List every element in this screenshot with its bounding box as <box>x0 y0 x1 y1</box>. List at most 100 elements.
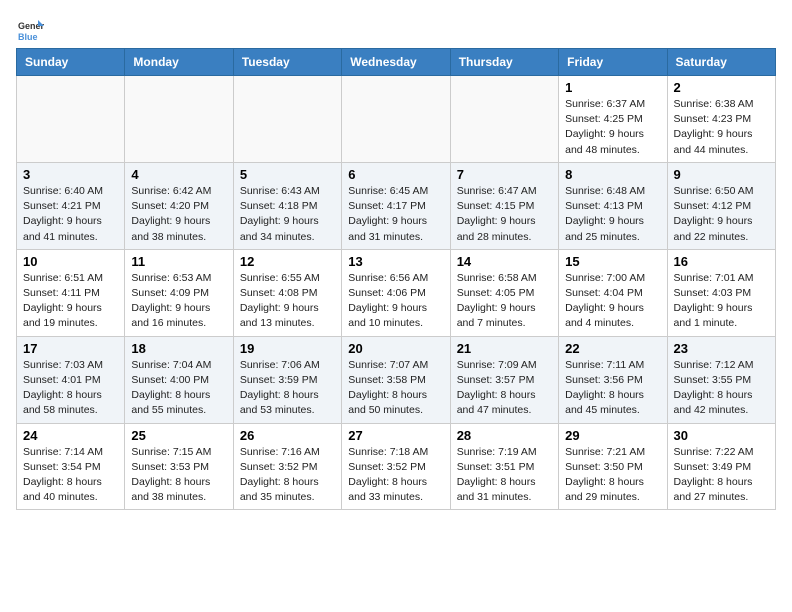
weekday-header-saturday: Saturday <box>667 49 775 76</box>
day-info: Sunrise: 7:21 AM Sunset: 3:50 PM Dayligh… <box>565 445 660 506</box>
calendar-cell: 10 Sunrise: 6:51 AM Sunset: 4:11 PM Dayli… <box>17 249 125 336</box>
calendar-cell <box>342 76 450 163</box>
day-number: 10 <box>23 254 118 269</box>
day-number: 28 <box>457 428 552 443</box>
day-number: 5 <box>240 167 335 182</box>
weekday-header-monday: Monday <box>125 49 233 76</box>
day-info: Sunrise: 6:47 AM Sunset: 4:15 PM Dayligh… <box>457 184 552 245</box>
day-info: Sunrise: 7:16 AM Sunset: 3:52 PM Dayligh… <box>240 445 335 506</box>
day-number: 7 <box>457 167 552 182</box>
day-number: 22 <box>565 341 660 356</box>
day-info: Sunrise: 6:42 AM Sunset: 4:20 PM Dayligh… <box>131 184 226 245</box>
day-info: Sunrise: 7:01 AM Sunset: 4:03 PM Dayligh… <box>674 271 769 332</box>
calendar-cell: 6 Sunrise: 6:45 AM Sunset: 4:17 PM Daylig… <box>342 162 450 249</box>
calendar-cell: 25 Sunrise: 7:15 AM Sunset: 3:53 PM Dayli… <box>125 423 233 510</box>
day-info: Sunrise: 6:45 AM Sunset: 4:17 PM Dayligh… <box>348 184 443 245</box>
calendar-cell: 24 Sunrise: 7:14 AM Sunset: 3:54 PM Dayli… <box>17 423 125 510</box>
day-number: 2 <box>674 80 769 95</box>
weekday-header-wednesday: Wednesday <box>342 49 450 76</box>
calendar-cell: 16 Sunrise: 7:01 AM Sunset: 4:03 PM Dayli… <box>667 249 775 336</box>
day-number: 3 <box>23 167 118 182</box>
calendar-cell: 18 Sunrise: 7:04 AM Sunset: 4:00 PM Dayli… <box>125 336 233 423</box>
day-info: Sunrise: 6:56 AM Sunset: 4:06 PM Dayligh… <box>348 271 443 332</box>
day-number: 20 <box>348 341 443 356</box>
day-info: Sunrise: 6:40 AM Sunset: 4:21 PM Dayligh… <box>23 184 118 245</box>
svg-text:Blue: Blue <box>18 32 38 42</box>
day-number: 21 <box>457 341 552 356</box>
day-info: Sunrise: 7:22 AM Sunset: 3:49 PM Dayligh… <box>674 445 769 506</box>
day-info: Sunrise: 6:58 AM Sunset: 4:05 PM Dayligh… <box>457 271 552 332</box>
calendar-cell: 22 Sunrise: 7:11 AM Sunset: 3:56 PM Dayli… <box>559 336 667 423</box>
day-number: 26 <box>240 428 335 443</box>
day-info: Sunrise: 6:37 AM Sunset: 4:25 PM Dayligh… <box>565 97 660 158</box>
calendar-cell: 5 Sunrise: 6:43 AM Sunset: 4:18 PM Daylig… <box>233 162 341 249</box>
calendar-cell: 1 Sunrise: 6:37 AM Sunset: 4:25 PM Daylig… <box>559 76 667 163</box>
day-number: 13 <box>348 254 443 269</box>
day-number: 4 <box>131 167 226 182</box>
day-info: Sunrise: 7:14 AM Sunset: 3:54 PM Dayligh… <box>23 445 118 506</box>
day-number: 30 <box>674 428 769 443</box>
day-number: 11 <box>131 254 226 269</box>
calendar-cell: 9 Sunrise: 6:50 AM Sunset: 4:12 PM Daylig… <box>667 162 775 249</box>
day-number: 8 <box>565 167 660 182</box>
day-number: 25 <box>131 428 226 443</box>
day-info: Sunrise: 7:03 AM Sunset: 4:01 PM Dayligh… <box>23 358 118 419</box>
calendar-cell: 13 Sunrise: 6:56 AM Sunset: 4:06 PM Dayli… <box>342 249 450 336</box>
calendar-cell <box>233 76 341 163</box>
calendar-cell: 7 Sunrise: 6:47 AM Sunset: 4:15 PM Daylig… <box>450 162 558 249</box>
day-number: 16 <box>674 254 769 269</box>
calendar-cell: 21Sunrise: 7:09 AM Sunset: 3:57 PM Dayli… <box>450 336 558 423</box>
calendar-cell: 15 Sunrise: 7:00 AM Sunset: 4:04 PM Dayli… <box>559 249 667 336</box>
calendar-cell: 17 Sunrise: 7:03 AM Sunset: 4:01 PM Dayli… <box>17 336 125 423</box>
calendar-cell: 12 Sunrise: 6:55 AM Sunset: 4:08 PM Dayli… <box>233 249 341 336</box>
calendar-cell <box>17 76 125 163</box>
day-number: 27 <box>348 428 443 443</box>
day-info: Sunrise: 6:55 AM Sunset: 4:08 PM Dayligh… <box>240 271 335 332</box>
day-number: 23 <box>674 341 769 356</box>
logo: General Blue <box>16 16 50 44</box>
calendar-cell: 4 Sunrise: 6:42 AM Sunset: 4:20 PM Daylig… <box>125 162 233 249</box>
day-info: Sunrise: 7:07 AM Sunset: 3:58 PM Dayligh… <box>348 358 443 419</box>
calendar-cell: 30 Sunrise: 7:22 AM Sunset: 3:49 PM Dayli… <box>667 423 775 510</box>
day-info: Sunrise: 7:12 AM Sunset: 3:55 PM Dayligh… <box>674 358 769 419</box>
day-info: Sunrise: 6:50 AM Sunset: 4:12 PM Dayligh… <box>674 184 769 245</box>
calendar-cell: 3 Sunrise: 6:40 AM Sunset: 4:21 PM Daylig… <box>17 162 125 249</box>
calendar-cell: 20 Sunrise: 7:07 AM Sunset: 3:58 PM Dayli… <box>342 336 450 423</box>
calendar-cell: 14 Sunrise: 6:58 AM Sunset: 4:05 PM Dayli… <box>450 249 558 336</box>
day-info: Sunrise: 7:04 AM Sunset: 4:00 PM Dayligh… <box>131 358 226 419</box>
calendar-table: SundayMondayTuesdayWednesdayThursdayFrid… <box>16 48 776 510</box>
day-number: 29 <box>565 428 660 443</box>
day-info: Sunrise: 6:53 AM Sunset: 4:09 PM Dayligh… <box>131 271 226 332</box>
calendar-cell: 8 Sunrise: 6:48 AM Sunset: 4:13 PM Daylig… <box>559 162 667 249</box>
day-info: Sunrise: 7:11 AM Sunset: 3:56 PM Dayligh… <box>565 358 660 419</box>
day-number: 24 <box>23 428 118 443</box>
calendar-cell <box>450 76 558 163</box>
calendar-cell: 27 Sunrise: 7:18 AM Sunset: 3:52 PM Dayli… <box>342 423 450 510</box>
day-number: 9 <box>674 167 769 182</box>
day-number: 15 <box>565 254 660 269</box>
calendar-cell: 19 Sunrise: 7:06 AM Sunset: 3:59 PM Dayli… <box>233 336 341 423</box>
day-number: 12 <box>240 254 335 269</box>
day-info: Sunrise: 6:48 AM Sunset: 4:13 PM Dayligh… <box>565 184 660 245</box>
day-info: Sunrise: 6:38 AM Sunset: 4:23 PM Dayligh… <box>674 97 769 158</box>
calendar-cell: 28 Sunrise: 7:19 AM Sunset: 3:51 PM Dayli… <box>450 423 558 510</box>
calendar-cell: 29 Sunrise: 7:21 AM Sunset: 3:50 PM Dayli… <box>559 423 667 510</box>
weekday-header-sunday: Sunday <box>17 49 125 76</box>
day-info: Sunrise: 7:15 AM Sunset: 3:53 PM Dayligh… <box>131 445 226 506</box>
day-info: Sunrise: 7:19 AM Sunset: 3:51 PM Dayligh… <box>457 445 552 506</box>
weekday-header-friday: Friday <box>559 49 667 76</box>
day-info: Sunrise: 7:00 AM Sunset: 4:04 PM Dayligh… <box>565 271 660 332</box>
day-info: Sunrise: 6:43 AM Sunset: 4:18 PM Dayligh… <box>240 184 335 245</box>
day-number: 1 <box>565 80 660 95</box>
calendar-cell: 11 Sunrise: 6:53 AM Sunset: 4:09 PM Dayli… <box>125 249 233 336</box>
day-info: Sunrise: 7:18 AM Sunset: 3:52 PM Dayligh… <box>348 445 443 506</box>
day-info: Sunrise: 7:06 AM Sunset: 3:59 PM Dayligh… <box>240 358 335 419</box>
day-number: 14 <box>457 254 552 269</box>
day-number: 18 <box>131 341 226 356</box>
calendar-cell: 23 Sunrise: 7:12 AM Sunset: 3:55 PM Dayli… <box>667 336 775 423</box>
day-number: 19 <box>240 341 335 356</box>
weekday-header-tuesday: Tuesday <box>233 49 341 76</box>
day-info: Sunrise: 6:51 AM Sunset: 4:11 PM Dayligh… <box>23 271 118 332</box>
day-number: 17 <box>23 341 118 356</box>
day-number: 6 <box>348 167 443 182</box>
